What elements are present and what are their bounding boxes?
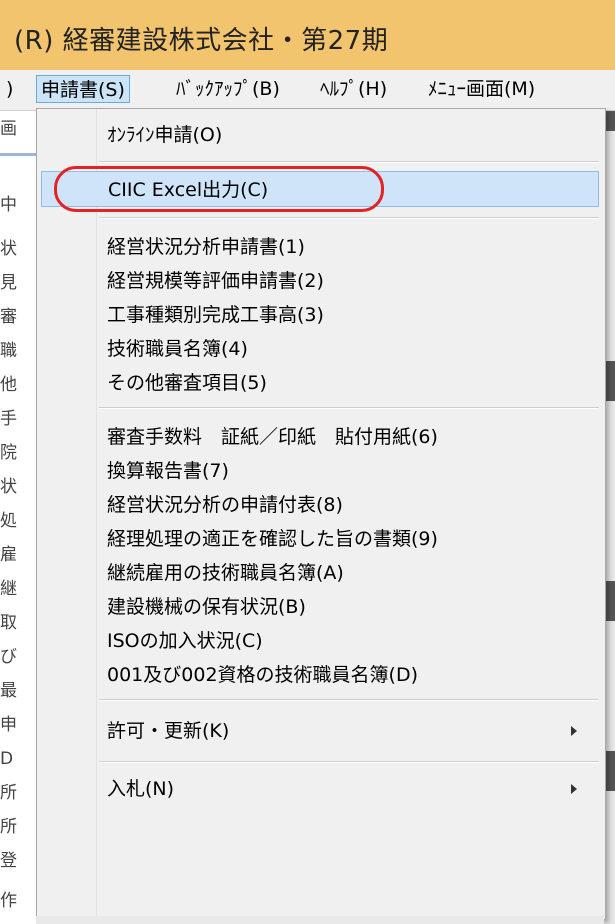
- menu-item-label: 換算報告書(7): [107, 460, 229, 482]
- menu-item-label: 経営状況分析申請書(1): [107, 236, 305, 258]
- background-text: 画: [0, 119, 17, 139]
- menubar-item-application[interactable]: 申請書(S): [36, 75, 130, 103]
- menu-item-other-review-items[interactable]: その他審査項目(5): [41, 365, 599, 401]
- divider: [0, 153, 36, 156]
- background-text: 中: [0, 195, 17, 215]
- background-text: 手: [0, 409, 17, 429]
- background-window-bottom: [36, 916, 604, 924]
- menu-item-label: 工事種類別完成工事高(3): [107, 304, 324, 326]
- menubar-item-menu-screen[interactable]: ﾒﾆｭｰ画面(M): [424, 75, 539, 103]
- background-text: 所: [0, 783, 17, 803]
- menu-separator: [99, 217, 599, 219]
- menu-item-label: 審査手数料 証紙／印紙 貼付用紙(6): [107, 426, 438, 448]
- menu-item-qualified-staff-list[interactable]: 001及び002資格の技術職員名簿(D): [41, 657, 599, 693]
- menubar-item-prev[interactable]: ): [2, 75, 17, 103]
- submenu-arrow-icon: [571, 784, 577, 794]
- menu-separator: [99, 407, 599, 409]
- background-text: D: [0, 749, 14, 769]
- menu-bar: ) 申請書(S) ﾊﾞｯｸｱｯﾌﾟ(B) ﾍﾙﾌﾟ(H) ﾒﾆｭｰ画面(M): [0, 70, 615, 111]
- menu-item-label: 許可・更新(K): [107, 720, 230, 742]
- menu-item-label: ISOの加入状況(C): [107, 630, 263, 652]
- background-text: 取: [0, 613, 17, 633]
- menu-item-technical-staff-list[interactable]: 技術職員名簿(4): [41, 331, 599, 367]
- menu-item-label: 建設機械の保有状況(B): [107, 596, 306, 618]
- menu-item-label: 経営状況分析の申請付表(8): [107, 494, 343, 516]
- background-text: 申: [0, 715, 17, 735]
- background-text: 見: [0, 273, 17, 293]
- menu-item-label: 技術職員名簿(4): [107, 338, 248, 360]
- menu-separator: [99, 161, 599, 163]
- menu-item-management-analysis-application[interactable]: 経営状況分析申請書(1): [41, 229, 599, 265]
- menu-item-label: その他審査項目(5): [107, 372, 267, 394]
- menu-item-construction-machinery[interactable]: 建設機械の保有状況(B): [41, 589, 599, 625]
- menu-item-label: 経理処理の適正を確認した旨の書類(9): [107, 528, 438, 550]
- menu-item-analysis-attachment[interactable]: 経営状況分析の申請付表(8): [41, 487, 599, 523]
- menu-item-label: 入札(N): [107, 778, 175, 800]
- menu-item-label: 経営規模等評価申請書(2): [107, 270, 324, 292]
- background-text: 登: [0, 851, 17, 871]
- menu-item-online-application[interactable]: ｵﾝﾗｲﾝ申請(O): [41, 117, 599, 153]
- background-text: 処: [0, 511, 17, 531]
- background-text: 作: [0, 891, 17, 911]
- background-text: び: [0, 647, 17, 667]
- dropdown-menu-application: ｵﾝﾗｲﾝ申請(O) CIIC Excel出力(C) 経営状況分析申請書(1) …: [36, 108, 606, 920]
- menu-item-accounting-confirmation[interactable]: 経理処理の適正を確認した旨の書類(9): [41, 521, 599, 557]
- menu-item-continued-employment-staff[interactable]: 継続雇用の技術職員名簿(A): [41, 555, 599, 591]
- menu-item-license-renewal[interactable]: 許可・更新(K): [41, 713, 599, 749]
- background-window-left: 画 中 状 見 審 職 他 手 院 状 処 雇 継 取 び 最 申 D 所 所 …: [0, 111, 36, 924]
- red-highlight-annotation: [54, 166, 384, 212]
- menu-item-label: ｵﾝﾗｲﾝ申請(O): [107, 124, 223, 146]
- title-bar: (R) 経審建設株式会社・第27期: [0, 0, 615, 70]
- background-text: 院: [0, 443, 17, 463]
- menu-separator: [99, 761, 599, 763]
- background-text: 継: [0, 579, 17, 599]
- window-title: (R) 経審建設株式会社・第27期: [14, 26, 389, 56]
- background-text: 雇: [0, 545, 17, 565]
- background-text: 状: [0, 239, 17, 259]
- menubar-item-help[interactable]: ﾍﾙﾌﾟ(H): [316, 75, 391, 103]
- submenu-arrow-icon: [571, 726, 577, 736]
- background-text: 審: [0, 307, 17, 327]
- menu-item-review-fee-sheet[interactable]: 審査手数料 証紙／印紙 貼付用紙(6): [41, 419, 599, 455]
- menu-item-iso-status[interactable]: ISOの加入状況(C): [41, 623, 599, 659]
- menu-item-label: 継続雇用の技術職員名簿(A): [107, 562, 344, 584]
- background-text: 状: [0, 477, 17, 497]
- menu-item-bidding[interactable]: 入札(N): [41, 771, 599, 807]
- menu-separator: [99, 699, 599, 701]
- background-text: 最: [0, 681, 17, 701]
- menu-item-scale-evaluation-application[interactable]: 経営規模等評価申請書(2): [41, 263, 599, 299]
- background-text: 職: [0, 341, 17, 361]
- menu-item-label: 001及び002資格の技術職員名簿(D): [107, 664, 418, 686]
- background-text: 他: [0, 375, 17, 395]
- menubar-item-backup[interactable]: ﾊﾞｯｸｱｯﾌﾟ(B): [172, 75, 284, 103]
- background-text: 所: [0, 817, 17, 837]
- menu-item-completed-work-by-type[interactable]: 工事種類別完成工事高(3): [41, 297, 599, 333]
- menu-item-conversion-report[interactable]: 換算報告書(7): [41, 453, 599, 489]
